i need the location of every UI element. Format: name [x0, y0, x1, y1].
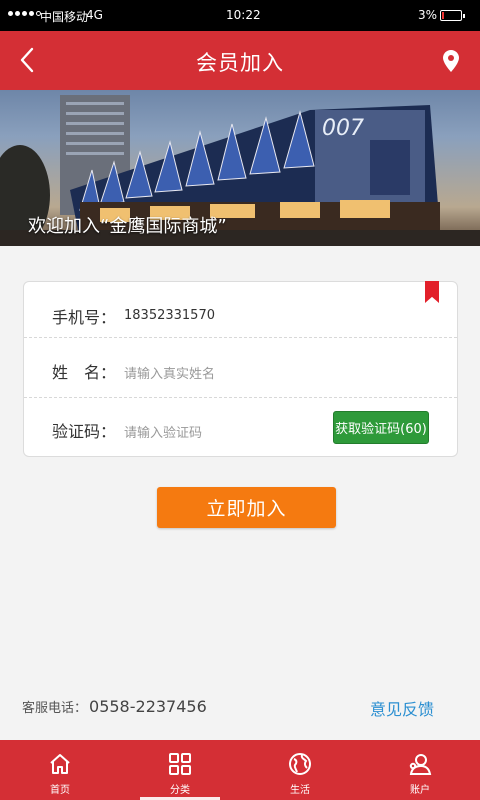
phone-label: 手机号： [52, 308, 117, 327]
grid-icon [167, 751, 193, 777]
nav-label: 首页 [50, 785, 70, 796]
code-field[interactable]: 请输入验证码 [124, 422, 202, 441]
chevron-left-icon [20, 47, 34, 73]
location-button[interactable] [436, 44, 466, 78]
location-pin-icon [443, 50, 459, 72]
svg-text:007: 007 [322, 116, 364, 141]
page-title: 会员加入 [196, 51, 284, 75]
mall-banner: 007 欢迎加入“金鹰国际商城” [0, 90, 480, 246]
banner-caption: 欢迎加入“金鹰国际商城” [28, 216, 227, 237]
name-row: 姓 名： 请输入真实姓名 [24, 339, 457, 397]
battery-percent: 3% [418, 8, 438, 22]
clock: 10:22 [226, 8, 261, 22]
name-label: 姓 名： [52, 363, 117, 382]
nav-item-life[interactable]: 生活 [240, 740, 360, 800]
nav-label: 生活 [290, 785, 310, 796]
code-label: 验证码： [52, 422, 117, 441]
nav-item-category[interactable]: 分类 [120, 740, 240, 800]
nav-item-home[interactable]: 首页 [0, 740, 120, 800]
get-code-button[interactable]: 获取验证码(60) [333, 411, 429, 444]
divider [24, 337, 457, 338]
status-bar: 中国移动 4G 10:22 3% [0, 0, 480, 31]
name-field[interactable]: 请输入真实姓名 [124, 363, 215, 382]
network-type: 4G [86, 8, 103, 22]
back-button[interactable] [10, 43, 44, 77]
nav-label: 账户 [410, 785, 430, 796]
hotline: 客服电话： 0558-2237456 [22, 697, 207, 716]
nav-label: 分类 [170, 785, 190, 796]
phone-field[interactable]: 18352331570 [124, 308, 215, 323]
bottom-nav: 首页 分类 生活 账户 [0, 740, 480, 800]
code-row: 验证码： 请输入验证码 获取验证码(60) [24, 398, 457, 456]
app-header: 会员加入 [0, 31, 480, 90]
globe-icon [287, 751, 313, 777]
hotline-label: 客服电话： [22, 701, 88, 716]
home-icon [47, 751, 73, 777]
battery-icon [440, 10, 465, 21]
signal-icon [8, 11, 41, 16]
join-button[interactable]: 立即加入 [157, 487, 336, 528]
nav-item-account[interactable]: 账户 [360, 740, 480, 800]
carrier-name: 中国移动 [40, 10, 89, 24]
user-icon [407, 751, 433, 777]
hotline-number[interactable]: 0558-2237456 [89, 697, 207, 716]
registration-form: 手机号： 18352331570 姓 名： 请输入真实姓名 验证码： 请输入验证… [23, 281, 458, 457]
feedback-link[interactable]: 意见反馈 [370, 696, 434, 720]
phone-row: 手机号： 18352331570 [24, 284, 457, 342]
